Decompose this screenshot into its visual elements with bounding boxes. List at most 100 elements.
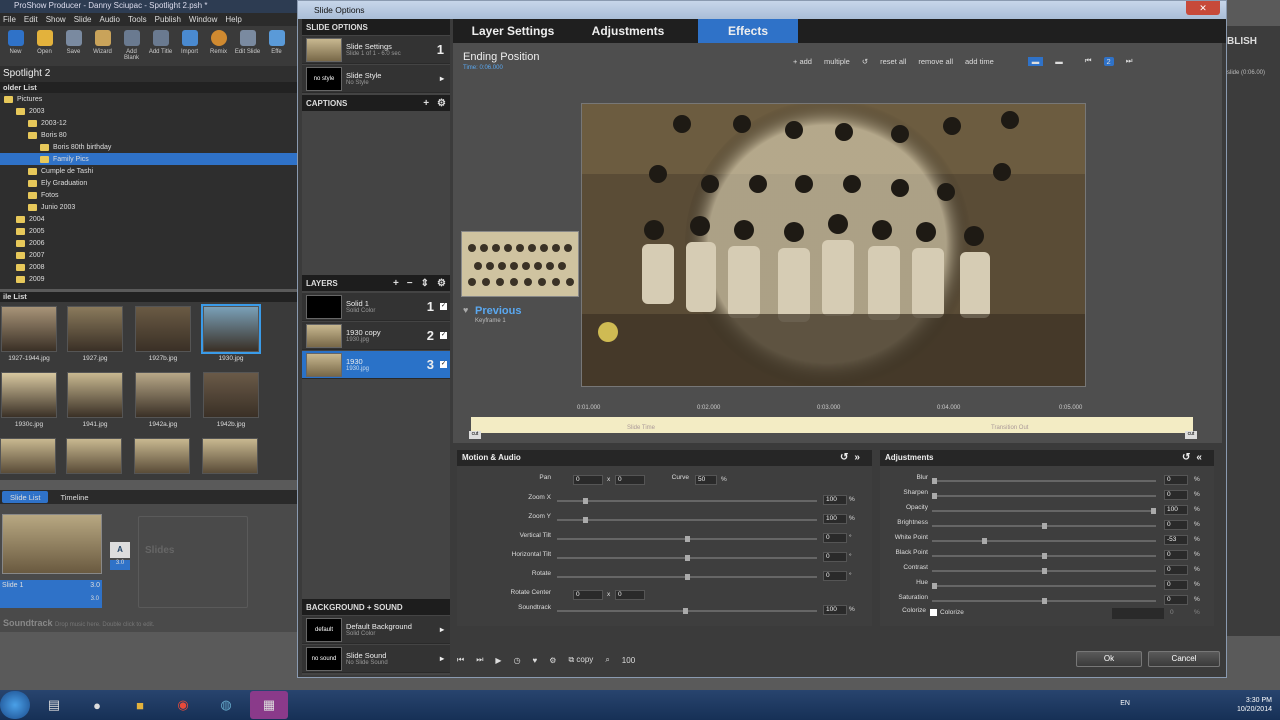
view-mode-icon[interactable]: ▬ [1027,56,1044,66]
folder-tree-item[interactable]: 2006 [0,237,300,249]
tab-adjustments[interactable]: Adjustments [573,19,683,43]
value-input[interactable]: 0 [1164,520,1188,530]
adjust-slider[interactable] [932,478,1156,484]
toolbar-add-title-button[interactable]: Add Title [147,30,174,62]
adjust-slider[interactable] [932,538,1156,544]
toolbar-wizard-button[interactable]: Wizard [89,30,116,62]
folder-tree-item[interactable]: 2003-12 [0,117,300,129]
file-thumbnail[interactable]: 1942b.jpg [202,372,260,428]
photo-thumbnail[interactable] [202,438,258,474]
slider-knob[interactable] [932,493,937,499]
close-button[interactable]: ✕ [1186,1,1220,15]
value-input[interactable]: 100 [823,495,847,505]
reset-icon[interactable]: ↺ [862,57,868,66]
empty-slide-slot[interactable]: Slides [138,516,248,608]
menu-publish[interactable]: Publish [155,15,181,24]
caption-settings-icon[interactable]: ⚙ [437,98,446,109]
toolbar-remix-button[interactable]: Remix [205,30,232,62]
add-keyframe-button[interactable]: + add [793,57,812,66]
add-time-button[interactable]: add time [965,57,994,66]
clock-icon[interactable]: ◷ [514,656,521,665]
proshow-icon[interactable]: ▦ [250,691,288,719]
slider-knob[interactable] [932,478,937,484]
folder-tree-item[interactable]: Boris 80 [0,129,300,141]
view-mode-alt-icon[interactable]: ▬ [1055,57,1063,66]
folder-tree-item[interactable]: 2004 [0,213,300,225]
value-input[interactable]: 0 [1164,565,1188,575]
adjust-slider[interactable] [932,523,1156,529]
value-input[interactable]: -53 [1164,535,1188,545]
browser-icon[interactable]: ◍ [207,691,245,719]
ok-button[interactable]: Ok [1076,651,1142,667]
timeline-track[interactable]: Slide Time Transition Out [471,417,1193,433]
folder-tree-item[interactable]: 2008 [0,261,300,273]
file-thumbnail[interactable]: 1930c.jpg [0,372,58,428]
file-thumbnail[interactable]: 1927-1944.jpg [0,306,58,362]
slider-knob[interactable] [685,536,690,542]
slider-knob[interactable] [685,555,690,561]
value-input[interactable]: 0 [1164,595,1188,605]
folder-tree-item[interactable]: Cumple de Tashi [0,165,300,177]
soundtrack-input[interactable]: 100 [823,605,847,615]
menu-file[interactable]: File [3,15,16,24]
file-thumbnail[interactable]: 1941.jpg [66,372,124,428]
adjust-slider[interactable] [557,498,817,504]
slide-settings-item[interactable]: Slide Settings Slide 1 of 1 - 6.0 sec 1 [302,36,450,64]
layer-item[interactable]: Solid 1 Solid Color 1 ✓ [302,293,450,321]
toolbar-effects-button[interactable]: Effe [263,30,290,62]
adjust-slider[interactable] [557,555,817,561]
adjust-slider[interactable] [932,508,1156,514]
transition-time[interactable]: 3.0 [110,560,130,570]
reset-all-button[interactable]: reset all [880,57,906,66]
slide-label[interactable]: Slide 1 3.0 [0,580,102,596]
layer-visible-checkbox[interactable]: ✓ [440,303,447,310]
toolbar-add-blank-button[interactable]: Add Blank [118,30,145,62]
slide-preview[interactable] [581,103,1086,387]
file-thumbnail[interactable]: 1927b.jpg [134,306,192,362]
remove-layer-button[interactable]: − [407,278,413,289]
language-indicator[interactable]: EN [1120,700,1130,707]
rotate-center-y-input[interactable]: 0 [615,590,645,600]
transition-icon[interactable]: A [110,542,130,558]
folder-tree-item[interactable]: Boris 80th birthday [0,141,300,153]
previous-keyframe-thumbnail[interactable] [461,231,579,297]
cancel-button[interactable]: Cancel [1148,651,1220,667]
skip-back-icon[interactable]: ⏮ [457,655,464,665]
slider-knob[interactable] [982,538,987,544]
app-icon[interactable]: ● [78,691,116,719]
next-keyframe-icon[interactable]: ⏭ [1126,56,1133,66]
colorize-checkbox[interactable] [930,609,937,616]
curve-input[interactable]: 50 [695,475,717,485]
slide-thumbnail[interactable] [2,514,102,574]
file-thumbnail[interactable]: 1930.jpg [201,304,261,362]
value-input[interactable]: 0 [1164,475,1188,485]
value-input[interactable]: 100 [1164,505,1188,515]
slider-knob[interactable] [932,583,937,589]
menu-show[interactable]: Show [46,15,66,24]
adjust-slider[interactable] [557,574,817,580]
folder-tree-item[interactable]: 2009 [0,273,300,285]
slider-knob[interactable] [1042,568,1047,574]
keyframe-timeline[interactable]: 0:01.000 0:02.000 0:03.000 0:04.000 0:05… [467,403,1197,439]
value-input[interactable]: 100 [823,514,847,524]
keyframe-icon[interactable]: ♥ [533,656,538,665]
background-item[interactable]: default Default Background Solid Color ▸ [302,616,450,644]
add-layer-button[interactable]: + [393,278,399,289]
folder-tree-item[interactable]: 2005 [0,225,300,237]
previous-label[interactable]: Previous [475,305,521,317]
slider-knob[interactable] [1042,598,1047,604]
adjust-slider[interactable] [557,517,817,523]
slide-transition-bar[interactable]: 3.0 [0,596,102,608]
prev-keyframe-icon[interactable]: ⏮ [1085,56,1092,66]
menu-audio[interactable]: Audio [100,15,120,24]
toolbar-edit-slide-button[interactable]: Edit Slide [234,30,261,62]
copy-button[interactable]: ⧉ copy [568,655,593,665]
tab-timeline[interactable]: Timeline [52,491,96,503]
tab-slide-list[interactable]: Slide List [2,491,49,503]
publish-label[interactable]: BLISH [1225,36,1280,56]
adjust-slider[interactable] [932,553,1156,559]
zoom-value[interactable]: 100 [622,656,635,665]
multiple-button[interactable]: multiple [824,57,850,66]
adjust-slider[interactable] [557,536,817,542]
adjust-slider[interactable] [932,598,1156,604]
